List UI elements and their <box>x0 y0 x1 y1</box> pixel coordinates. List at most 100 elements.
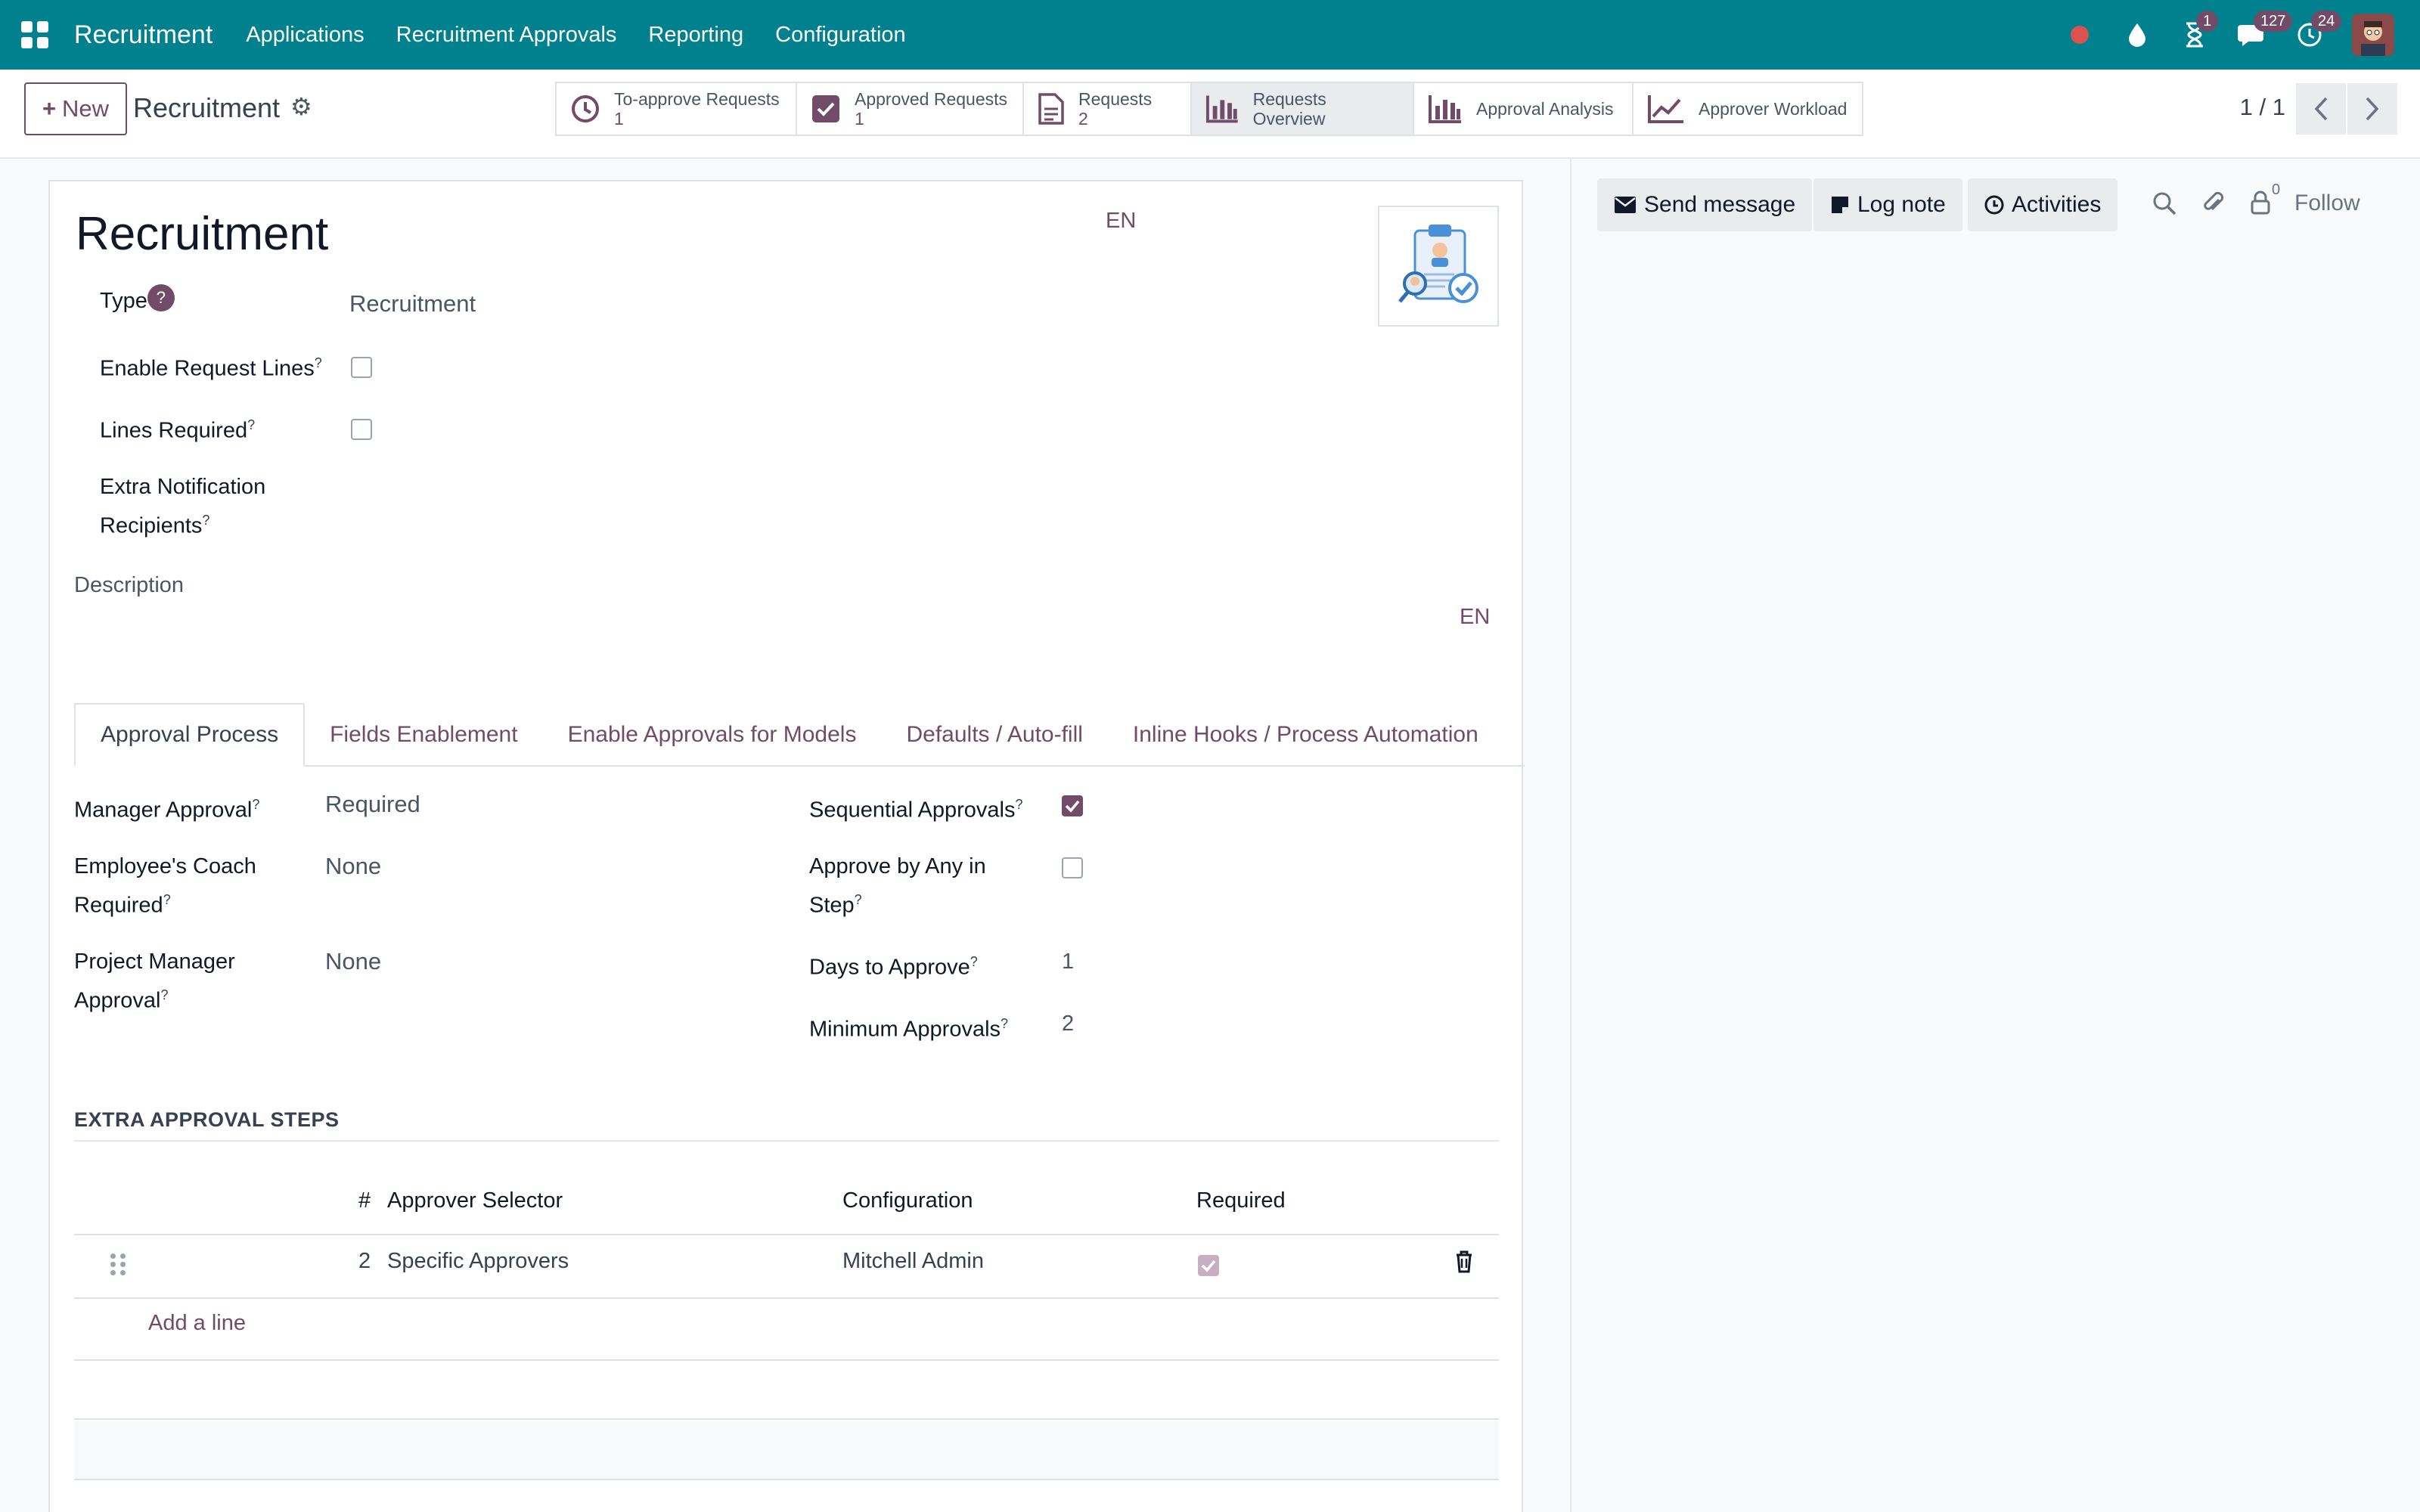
minimum-approvals-value[interactable]: 2 <box>1062 1012 1074 1036</box>
gear-icon[interactable]: ⚙ <box>290 92 312 121</box>
chevron-right-icon <box>2366 97 2379 121</box>
apps-menu-icon[interactable] <box>21 20 51 50</box>
menu-configuration[interactable]: Configuration <box>775 23 906 48</box>
add-line-link[interactable]: Add a line <box>148 1311 246 1336</box>
pager-value[interactable]: 1 / 1 <box>2240 94 2285 121</box>
form-tabs: Approval Process Fields Enablement Enabl… <box>74 703 1525 767</box>
type-value[interactable]: Recruitment <box>349 290 476 318</box>
column-header-approver-selector[interactable]: Approver Selector <box>387 1188 563 1213</box>
smart-button-requests[interactable]: Requests 2 <box>1024 83 1192 135</box>
messaging-icon[interactable]: 127 <box>2237 11 2293 50</box>
log-note-button[interactable]: Log note <box>1813 178 1962 231</box>
help-mark[interactable]: ? <box>163 892 171 907</box>
search-icon[interactable] <box>2152 191 2176 215</box>
title-language-button[interactable]: EN <box>1106 209 1136 234</box>
pager-previous-button[interactable] <box>2296 83 2346 135</box>
coach-required-text-1: Employee's Coach <box>74 854 256 878</box>
clock-icon <box>1984 195 2004 215</box>
table-row-divider <box>74 1297 1499 1299</box>
extra-approval-steps-title: EXTRA APPROVAL STEPS <box>74 1108 340 1131</box>
bar-chart-icon <box>1429 95 1461 123</box>
row-configuration[interactable]: Mitchell Admin <box>842 1249 984 1274</box>
table-header-divider <box>74 1234 1499 1235</box>
recording-indicator-icon[interactable] <box>2065 20 2095 50</box>
new-button-label: New <box>62 95 110 122</box>
help-mark[interactable]: ? <box>202 513 209 528</box>
column-header-required[interactable]: Required <box>1196 1188 1286 1213</box>
form-sheet: Recruitment EN Type? Recruitment Enable … <box>48 180 1525 1512</box>
record-title[interactable]: Recruitment <box>76 207 328 261</box>
smart-button-label: Requests Overview <box>1252 89 1326 129</box>
tab-enable-approvals-for-models[interactable]: Enable Approvals for Models <box>543 703 882 767</box>
control-panel: + New Recruitment ⚙ To-approve Requests 1… <box>0 70 2420 159</box>
envelope-icon <box>1615 197 1636 213</box>
smart-button-label: Approver Workload <box>1699 99 1848 119</box>
record-image[interactable] <box>1378 206 1499 327</box>
type-label-text: Type <box>100 289 147 313</box>
updates-clock-icon[interactable]: 24 <box>2294 11 2342 50</box>
sequential-approvals-text: Sequential Approvals <box>809 798 1016 823</box>
column-header-configuration[interactable]: Configuration <box>842 1188 973 1213</box>
drag-handle-icon[interactable] <box>110 1253 126 1275</box>
followers-button[interactable]: 0 <box>2251 181 2280 216</box>
follow-button[interactable]: Follow <box>2294 191 2360 216</box>
smart-button-count: 1 <box>855 109 864 129</box>
document-icon <box>1038 93 1064 125</box>
activities-button[interactable]: Activities <box>1968 178 2118 231</box>
project-manager-approval-value[interactable]: None <box>325 948 381 975</box>
activity-hourglass-icon[interactable]: 1 <box>2180 11 2219 50</box>
coach-required-value[interactable]: None <box>325 853 381 880</box>
trash-icon[interactable] <box>1455 1250 1473 1277</box>
help-mark[interactable]: ? <box>247 417 255 432</box>
user-avatar[interactable] <box>2352 14 2394 56</box>
smart-button-approver-workload[interactable]: Approver Workload <box>1634 83 1862 135</box>
breadcrumb-title: Recruitment <box>133 92 281 123</box>
approve-by-any-text-2: Step <box>809 893 855 918</box>
menu-recruitment-approvals[interactable]: Recruitment Approvals <box>396 23 617 48</box>
smart-button-approved[interactable]: Approved Requests 1 <box>797 83 1024 135</box>
smart-button-requests-overview[interactable]: Requests Overview <box>1192 83 1414 135</box>
menu-reporting[interactable]: Reporting <box>648 23 743 48</box>
sequential-approvals-label: Sequential Approvals? <box>809 788 1023 827</box>
enable-request-lines-checkbox[interactable] <box>351 357 372 378</box>
smart-button-to-approve[interactable]: To-approve Requests 1 <box>557 83 797 135</box>
lines-required-text: Lines Required <box>100 418 248 443</box>
send-message-button[interactable]: Send message <box>1597 178 1813 231</box>
days-to-approve-value[interactable]: 1 <box>1062 950 1074 974</box>
help-mark[interactable]: ? <box>252 797 259 812</box>
pager-next-button[interactable] <box>2347 83 2397 135</box>
approve-by-any-checkbox[interactable] <box>1062 857 1083 878</box>
tab-approval-process[interactable]: Approval Process <box>74 703 306 767</box>
help-mark[interactable]: ? <box>1001 1016 1008 1031</box>
tab-inline-hooks[interactable]: Inline Hooks / Process Automation <box>1108 703 1503 767</box>
help-mark[interactable]: ? <box>315 355 322 370</box>
description-language-button[interactable]: EN <box>1460 605 1490 630</box>
menu-applications[interactable]: Applications <box>246 23 364 48</box>
tab-fields-enablement[interactable]: Fields Enablement <box>305 703 542 767</box>
new-button[interactable]: + New <box>24 82 127 135</box>
messages-badge: 127 <box>2254 11 2293 32</box>
manager-approval-value[interactable]: Required <box>325 791 420 818</box>
lines-required-checkbox[interactable] <box>351 419 372 440</box>
help-mark[interactable]: ? <box>1015 797 1022 812</box>
app-brand[interactable]: Recruitment <box>74 20 213 50</box>
smart-button-approval-analysis[interactable]: Approval Analysis <box>1414 83 1634 135</box>
column-header-number[interactable]: # <box>358 1188 371 1213</box>
help-mark[interactable]: ? <box>855 892 862 907</box>
smart-button-label: Approved Requests <box>855 89 1008 109</box>
help-mark[interactable]: ? <box>160 987 168 1002</box>
approve-by-any-text-1: Approve by Any in <box>809 854 986 878</box>
extra-notification-text-2: Recipients <box>100 513 203 538</box>
paperclip-icon[interactable] <box>2202 191 2225 216</box>
smart-button-label: Approval Analysis <box>1476 99 1614 119</box>
row-required-checkbox[interactable] <box>1198 1255 1219 1276</box>
top-navbar: Recruitment Applications Recruitment App… <box>0 0 2420 70</box>
type-help-icon[interactable]: ? <box>147 284 175 311</box>
tab-defaults-autofill[interactable]: Defaults / Auto-fill <box>881 703 1107 767</box>
sequential-approvals-checkbox[interactable] <box>1062 795 1083 816</box>
row-approver-selector[interactable]: Specific Approvers <box>387 1249 569 1274</box>
droplet-icon[interactable] <box>2122 20 2152 50</box>
smart-button-label: To-approve Requests <box>614 89 780 109</box>
help-mark[interactable]: ? <box>970 954 978 969</box>
approval-clipboard-icon <box>1398 225 1478 303</box>
